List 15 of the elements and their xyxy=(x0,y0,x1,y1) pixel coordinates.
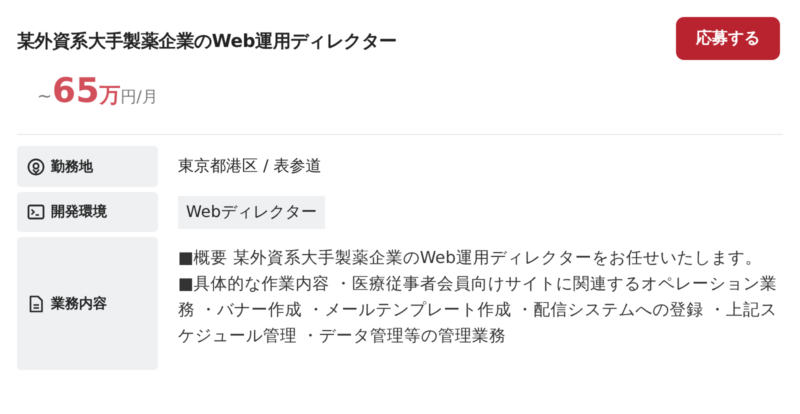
salary-unit: 万 xyxy=(99,82,120,109)
salary-prefix: ~ xyxy=(37,86,52,107)
field-value: 東京都港区 / 表参道 xyxy=(178,156,322,177)
field-label: 業務内容 xyxy=(51,294,107,312)
document-icon xyxy=(27,294,45,312)
job-description: ■概要 某外資系大手製薬企業のWeb運用ディレクターをお任せいたします。 ■具体的な作業内容 ・医療従事者会員向けサイトに関連するオペレーション業務 ・バナー作成 ・メールテンプレート作成 ・配信システムへの登録 ・上記スケジュール管理 ・データ管理等の管理業務 xyxy=(178,247,778,347)
salary-period: 円/月 xyxy=(120,87,158,108)
job-title: 某外資系大手製薬企業のWeb運用ディレクター xyxy=(17,30,397,52)
salary-amount: 65 xyxy=(52,74,100,108)
location-pin-icon xyxy=(27,158,45,176)
apply-button[interactable]: 応募する xyxy=(676,17,780,60)
terminal-icon xyxy=(27,203,45,221)
field-label: 開発環境 xyxy=(51,203,107,221)
skill-tag: Webディレクター xyxy=(178,196,325,228)
field-label: 勤務地 xyxy=(51,158,93,176)
